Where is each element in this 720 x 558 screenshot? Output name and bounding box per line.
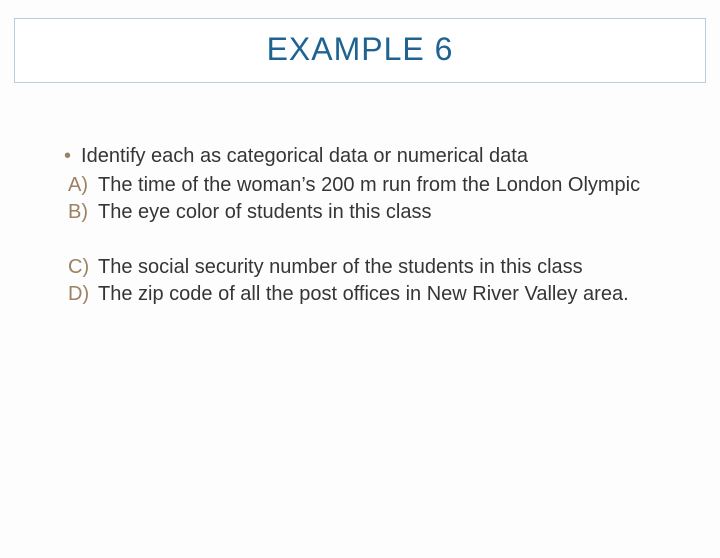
item-c-label: C) <box>68 254 98 281</box>
spacer <box>68 226 660 254</box>
bullet-text: Identify each as categorical data or num… <box>81 143 660 170</box>
bullet-icon: • <box>64 143 71 170</box>
bullet-item: • Identify each as categorical data or n… <box>68 143 660 170</box>
item-a-text: The time of the woman’s 200 m run from t… <box>98 172 660 199</box>
list-item: D) The zip code of all the post offices … <box>68 281 660 308</box>
list-item: C) The social security number of the stu… <box>68 254 660 281</box>
item-b-text: The eye color of students in this class <box>98 199 660 226</box>
item-c-text: The social security number of the studen… <box>98 254 660 281</box>
item-a-label: A) <box>68 172 98 199</box>
item-d-label: D) <box>68 281 98 308</box>
slide: EXAMPLE 6 • Identify each as categorical… <box>0 18 720 558</box>
title-box: EXAMPLE 6 <box>14 18 706 83</box>
list-item: A) The time of the woman’s 200 m run fro… <box>68 172 660 199</box>
slide-title: EXAMPLE 6 <box>15 31 705 68</box>
item-b-label: B) <box>68 199 98 226</box>
item-d-text: The zip code of all the post offices in … <box>98 281 660 308</box>
list-item: B) The eye color of students in this cla… <box>68 199 660 226</box>
content-area: • Identify each as categorical data or n… <box>68 143 660 308</box>
